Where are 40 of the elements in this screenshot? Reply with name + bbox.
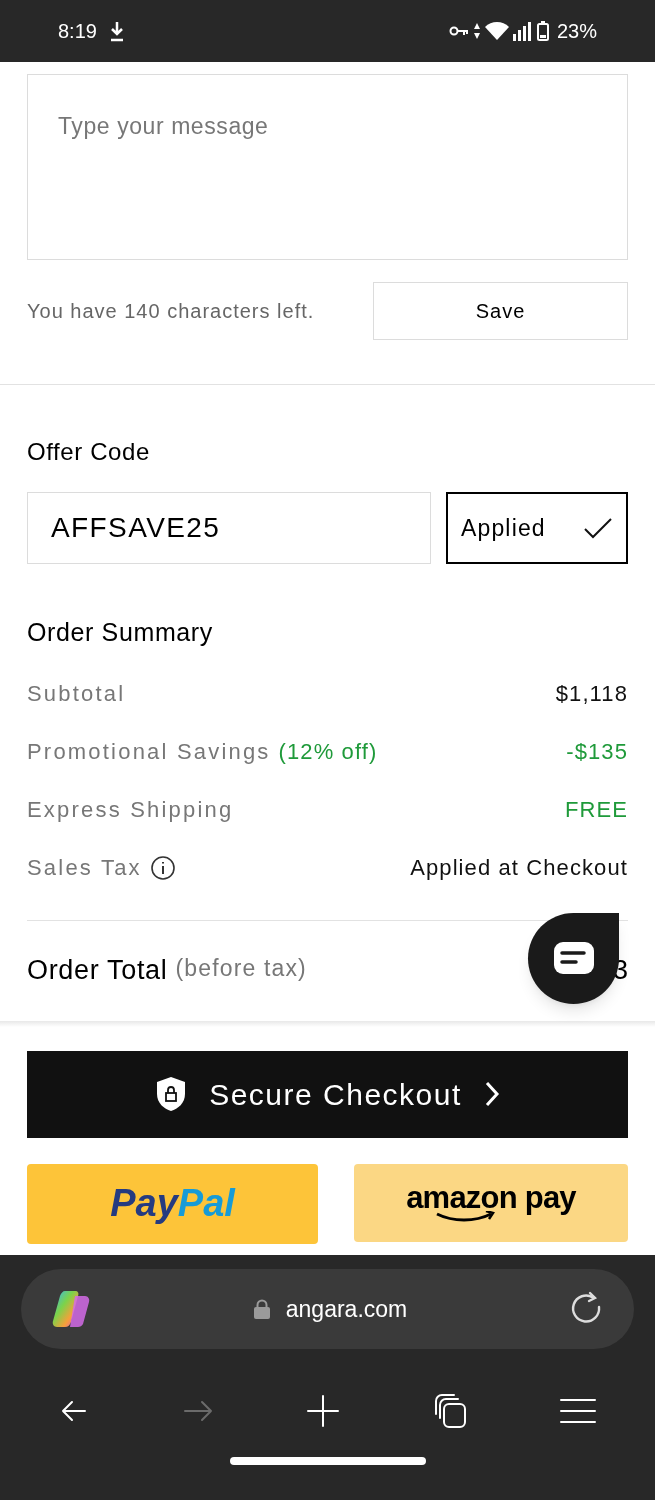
info-icon[interactable]: [149, 854, 176, 881]
chat-icon: [553, 942, 594, 974]
summary-value: -$135: [566, 738, 628, 766]
signal-icon: [512, 21, 533, 41]
save-button[interactable]: Save: [373, 282, 628, 340]
summary-value: Applied at Checkout: [410, 854, 628, 882]
applied-button[interactable]: Applied: [446, 492, 628, 564]
url-text[interactable]: angara.com: [285, 1291, 408, 1327]
summary-label: Express Shipping: [27, 796, 234, 824]
summary-label: Promotional Savings: [27, 738, 271, 766]
clock-time: 8:19: [58, 19, 97, 44]
paypal-button[interactable]: PayPal: [27, 1163, 318, 1244]
summary-value: $1,118: [555, 680, 628, 708]
menu-icon[interactable]: [559, 1397, 597, 1425]
before-tax-note: (before tax): [175, 954, 307, 984]
wifi-icon: [484, 21, 509, 41]
chevron-right-icon: [483, 1081, 500, 1107]
data-arrows-icon: [472, 22, 481, 40]
summary-value: FREE: [564, 796, 628, 824]
download-icon: [108, 20, 125, 42]
key-icon: [448, 24, 469, 38]
message-field[interactable]: Type your message: [27, 74, 628, 260]
secure-checkout-button[interactable]: Secure Checkout: [27, 1050, 628, 1138]
order-total-label: Order Total: [27, 954, 168, 988]
discount-note: (12% off): [278, 738, 378, 766]
smile-arrow-icon: [435, 1211, 497, 1223]
address-bar[interactable]: angara.com: [21, 1269, 634, 1349]
shield-lock-icon: [155, 1076, 188, 1112]
checkmark-icon: [583, 516, 613, 540]
offer-code-field[interactable]: AFFSAVE25: [27, 492, 431, 564]
offer-code-label: Offer Code: [27, 437, 150, 467]
summary-label: Sales Tax: [27, 854, 142, 882]
characters-left-text: You have 140 characters left.: [27, 299, 315, 324]
order-summary-title: Order Summary: [27, 617, 213, 648]
battery-icon: [536, 21, 549, 41]
battery-percent: 23%: [556, 19, 597, 44]
lock-icon: [253, 1299, 270, 1319]
summary-label: Subtotal: [27, 680, 126, 708]
plus-icon[interactable]: [305, 1394, 340, 1428]
amazon-pay-button[interactable]: amazon pay: [354, 1163, 628, 1242]
